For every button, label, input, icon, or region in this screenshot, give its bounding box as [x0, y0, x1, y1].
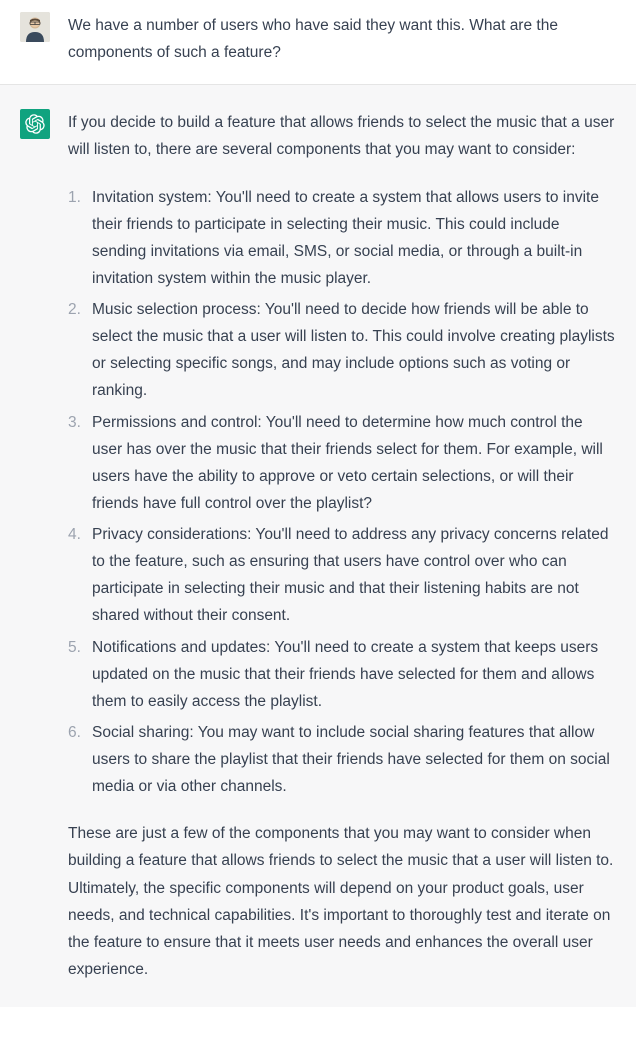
user-message-text: We have a number of users who have said …	[68, 12, 616, 66]
list-item: Notifications and updates: You'll need t…	[68, 634, 616, 715]
openai-logo-icon	[25, 114, 45, 134]
assistant-message-row: If you decide to build a feature that al…	[0, 84, 636, 1007]
list-item: Music selection process: You'll need to …	[68, 296, 616, 405]
assistant-intro-text: If you decide to build a feature that al…	[68, 109, 616, 163]
user-avatar-icon	[20, 12, 50, 42]
assistant-avatar	[20, 109, 50, 139]
list-item: Permissions and control: You'll need to …	[68, 409, 616, 518]
list-item: Privacy considerations: You'll need to a…	[68, 521, 616, 630]
user-message-row: We have a number of users who have said …	[0, 0, 636, 84]
user-avatar	[20, 12, 50, 42]
user-message-content: We have a number of users who have said …	[68, 12, 616, 66]
assistant-list: Invitation system: You'll need to create…	[68, 184, 616, 801]
list-item: Social sharing: You may want to include …	[68, 719, 616, 800]
assistant-message-content: If you decide to build a feature that al…	[68, 109, 616, 983]
list-item: Invitation system: You'll need to create…	[68, 184, 616, 293]
assistant-outro-text: These are just a few of the components t…	[68, 820, 616, 983]
